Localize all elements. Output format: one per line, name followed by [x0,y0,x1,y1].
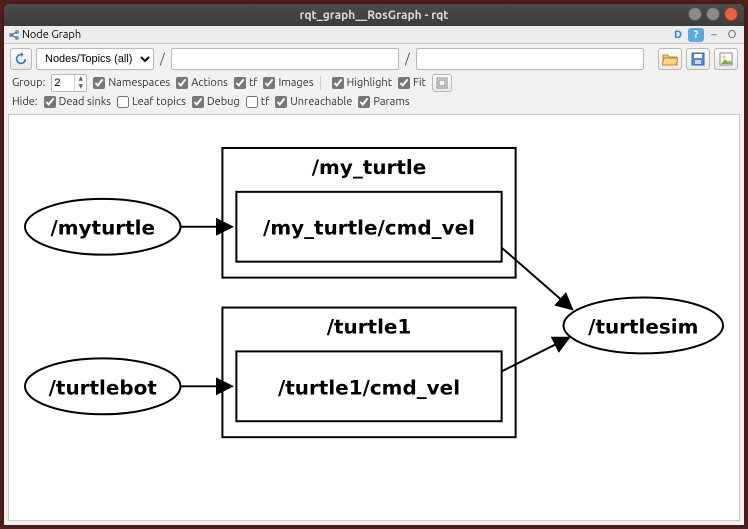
options-row-1: Group: ▲▼ Namespaces Actions tf Images H… [4,72,744,94]
edge-turtle1-cmdvel-to-turtlesim [502,337,570,371]
namespace-turtle1: /turtle1 /turtle1/cmd_vel [222,308,515,438]
node-graph-icon [8,29,20,41]
export-image-button[interactable] [714,48,738,70]
svg-text:/my_turtle: /my_turtle [312,155,426,179]
namespaces-checkbox[interactable]: Namespaces [93,77,170,89]
window-title: rqt_graph__RosGraph - rqt [300,9,449,22]
image-icon [719,52,733,66]
node-filter-input[interactable] [171,48,399,70]
slash-label-1: / [158,52,167,66]
panel-header: Node Graph D ? – O [4,26,744,44]
group-spin-input[interactable] [52,75,74,91]
window-close-button[interactable] [724,7,738,21]
panel-title: Node Graph [22,29,81,41]
slash-label-2: / [403,52,412,66]
highlight-checkbox[interactable]: Highlight [332,77,392,89]
refresh-button[interactable] [10,48,32,70]
svg-text:/turtle1/cmd_vel: /turtle1/cmd_vel [278,375,460,399]
spin-down-icon[interactable]: ▼ [75,83,86,91]
fit-checkbox[interactable]: Fit [398,77,426,89]
actions-checkbox[interactable]: Actions [176,77,228,89]
graph-canvas[interactable]: /my_turtle /my_turtle/cmd_vel /turtle1 /… [8,114,740,521]
save-button[interactable] [686,48,710,70]
svg-text:/myturtle: /myturtle [50,216,155,240]
help-button[interactable]: ? [688,28,704,42]
group-label: Group: [12,77,45,89]
fit-icon [436,77,448,89]
svg-text:/turtle1: /turtle1 [327,314,412,338]
svg-text:/turtlebot: /turtlebot [49,375,158,399]
node-myturtle: /myturtle [25,199,181,255]
toolbar: Nodes/Topics (all) / / [4,44,744,72]
folder-open-icon [662,52,678,66]
node-turtlebot: /turtlebot [25,358,181,414]
tf-checkbox-group[interactable]: tf [234,77,258,89]
params-checkbox[interactable]: Params [358,96,409,108]
node-turtlesim: /turtlesim [563,298,723,354]
edge-myturtle-cmdvel-to-turtlesim [502,248,573,310]
dead-sinks-checkbox[interactable]: Dead sinks [44,96,112,108]
open-button[interactable] [658,48,682,70]
window-minimize-button[interactable] [688,7,702,21]
group-spin[interactable]: ▲▼ [51,74,87,92]
window-maximize-button[interactable] [706,7,720,21]
images-checkbox[interactable]: Images [263,77,313,89]
panel-close-button[interactable]: O [724,28,740,42]
refresh-icon [14,52,28,66]
debug-checkbox[interactable]: Debug [192,96,240,108]
spin-up-icon[interactable]: ▲ [75,75,86,83]
save-icon [691,52,705,66]
d-button[interactable]: D [670,28,686,42]
fit-view-button[interactable] [432,74,452,92]
namespace-my-turtle: /my_turtle /my_turtle/cmd_vel [222,148,515,278]
app-window: rqt_graph__RosGraph - rqt Node Graph D ?… [4,4,744,525]
undock-button[interactable]: – [706,28,722,42]
titlebar[interactable]: rqt_graph__RosGraph - rqt [4,4,744,26]
svg-text:/my_turtle/cmd_vel: /my_turtle/cmd_vel [263,216,475,240]
options-row-2: Hide: Dead sinks Leaf topics Debug tf Un… [4,94,744,110]
tf-hide-checkbox[interactable]: tf [246,96,270,108]
hide-label: Hide: [12,96,38,108]
filter-mode-select[interactable]: Nodes/Topics (all) [36,48,154,70]
unreachable-checkbox[interactable]: Unreachable [275,96,352,108]
topic-filter-input[interactable] [416,48,644,70]
leaf-topics-checkbox[interactable]: Leaf topics [117,96,186,108]
svg-text:/turtlesim: /turtlesim [588,314,698,338]
